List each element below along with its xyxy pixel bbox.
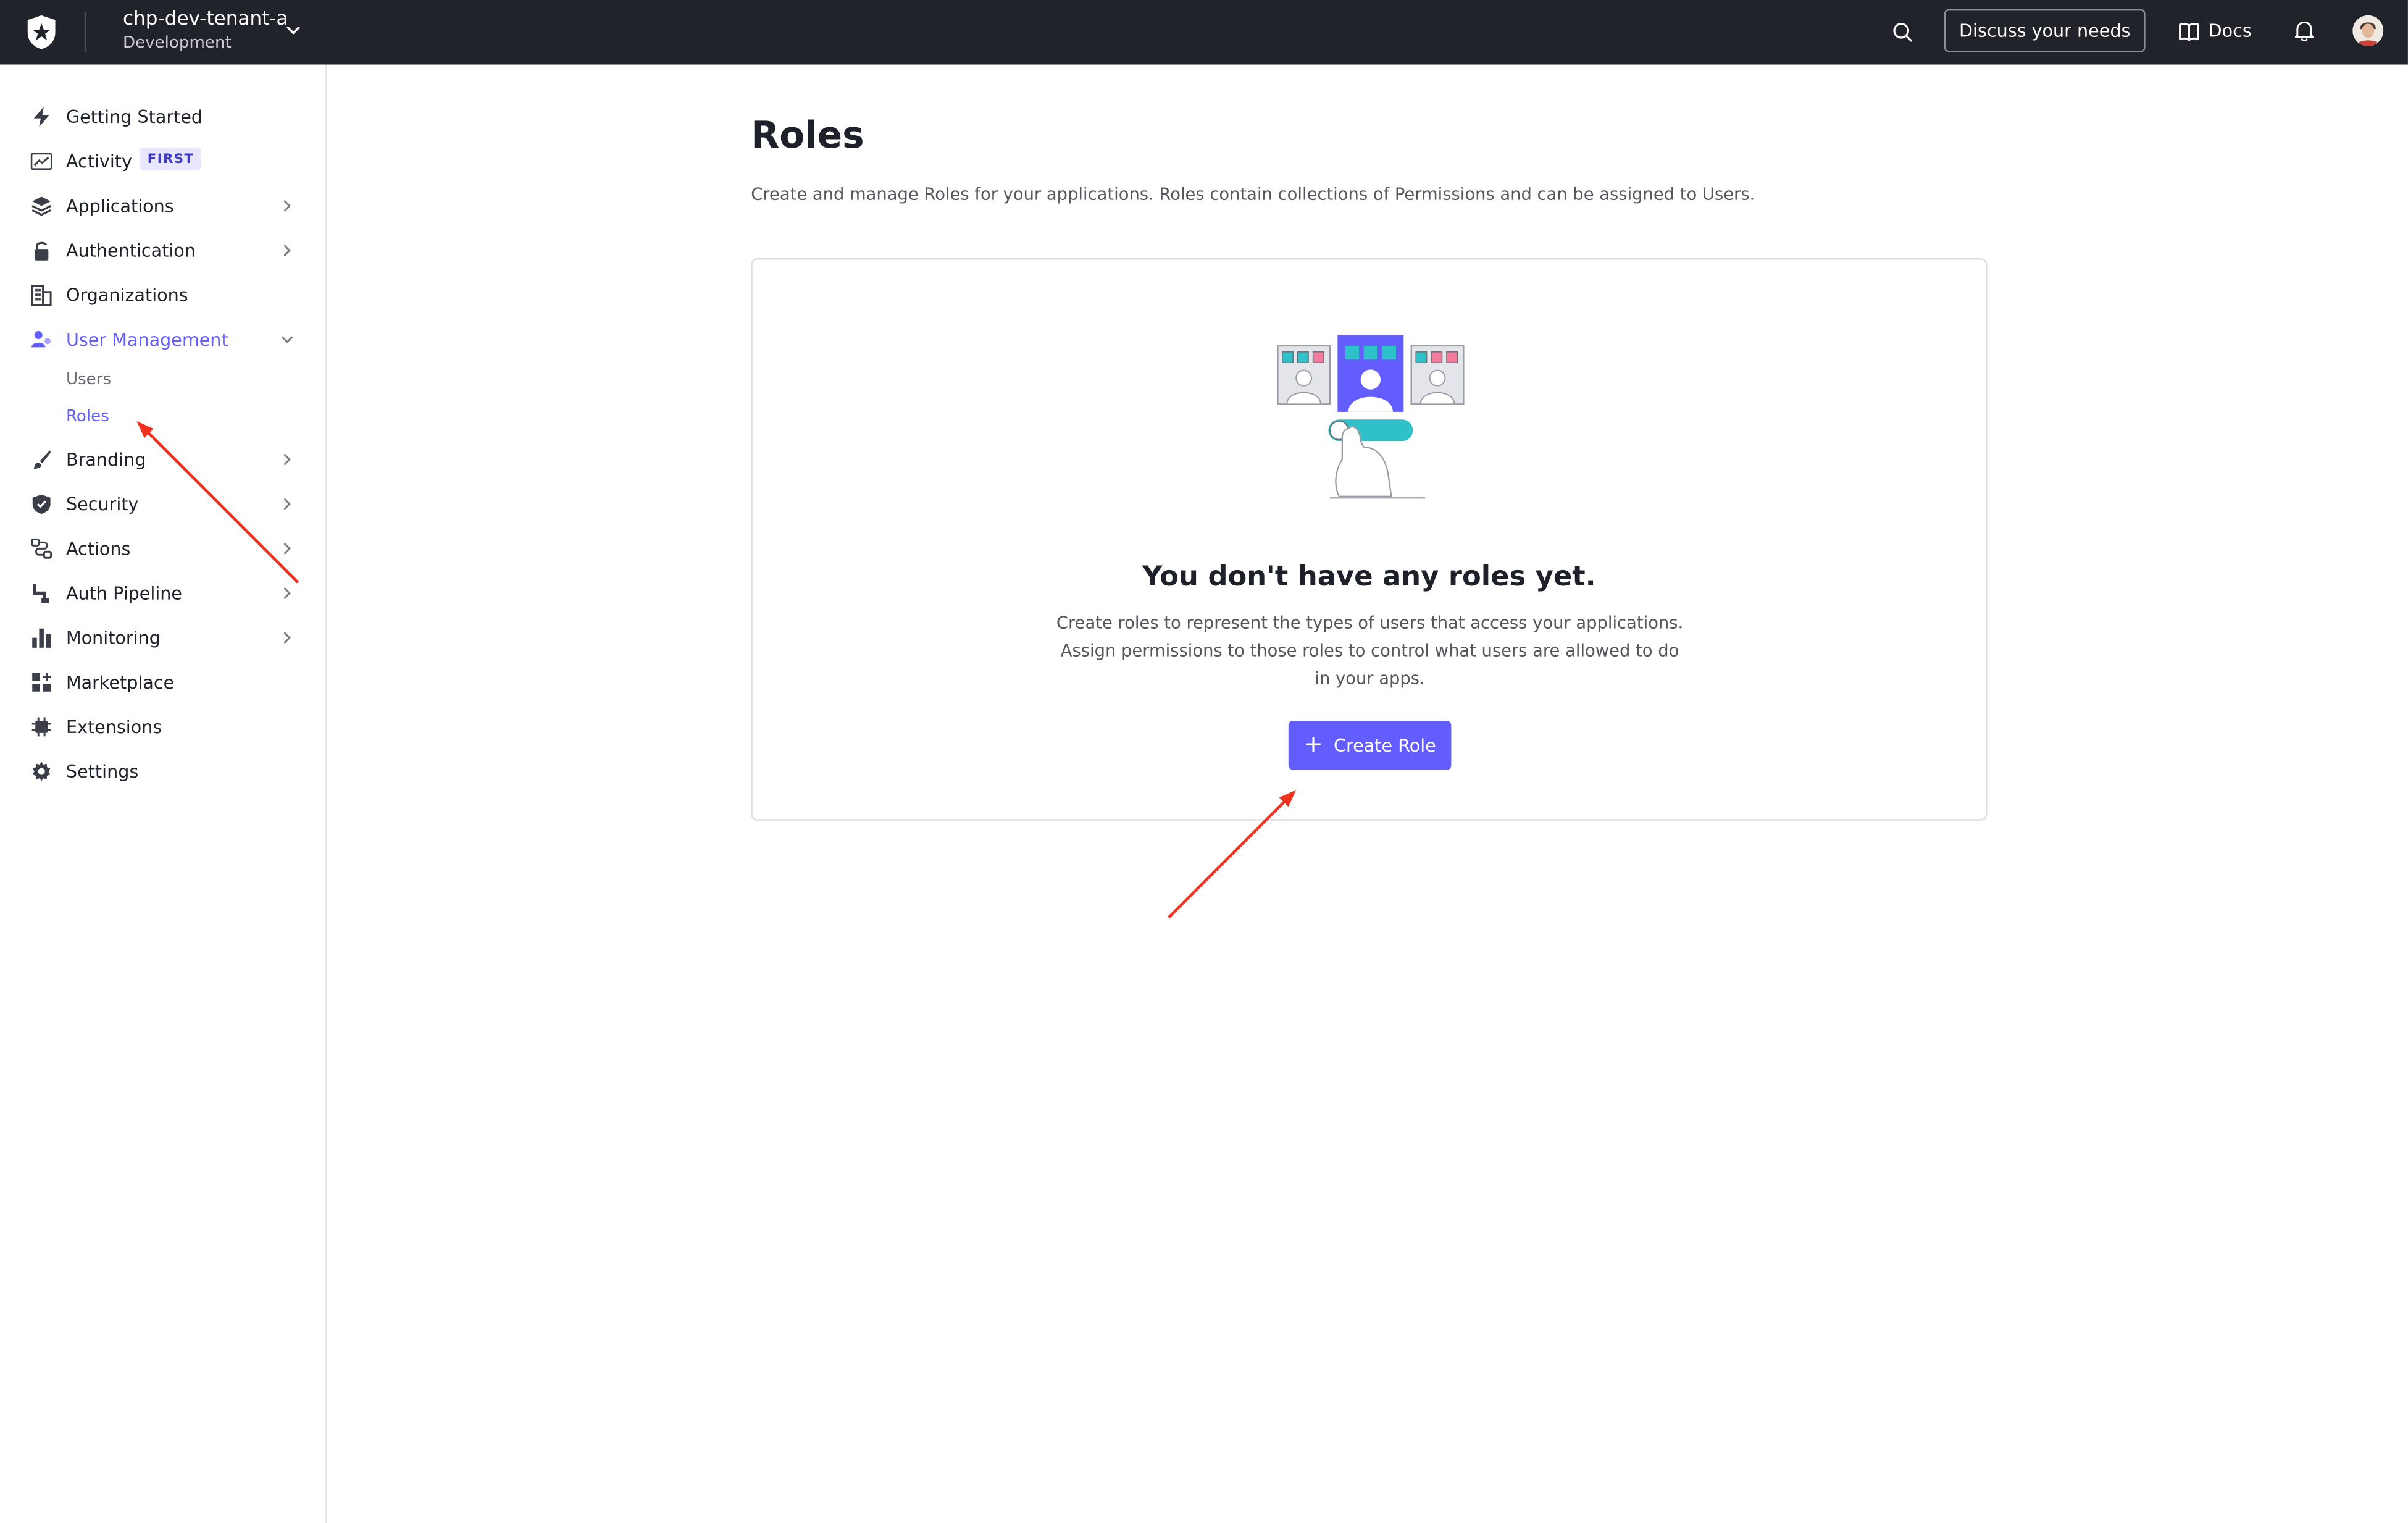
sidebar-item-getting-started[interactable]: Getting Started [0, 98, 325, 135]
activity-chart-icon [30, 153, 52, 170]
sidebar-item-activity[interactable]: Activity FIRST [0, 143, 325, 180]
docs-link[interactable]: Docs [2209, 20, 2252, 41]
sidebar-item-label: Settings [65, 760, 139, 782]
users-icon [31, 330, 51, 348]
sidebar-item-label: Auth Pipeline [65, 582, 183, 604]
sidebar-item-label: Security [65, 493, 139, 515]
user-avatar[interactable] [2352, 15, 2384, 46]
avatar-portrait-icon [2352, 15, 2384, 46]
chevron-down-icon [282, 336, 293, 343]
sidebar-item-label: Branding [65, 448, 146, 471]
sidebar-item-label: Getting Started [65, 106, 203, 128]
sidebar: Getting Started Activity FIRST Applicati… [0, 64, 327, 1523]
sidebar-item-settings[interactable]: Settings [0, 753, 325, 790]
book-icon[interactable] [2178, 20, 2201, 43]
discuss-your-needs-button[interactable]: Discuss your needs [1944, 9, 2146, 52]
search-icon[interactable] [1891, 20, 1915, 44]
sidebar-item-applications[interactable]: Applications [0, 188, 325, 225]
chip-icon [31, 717, 51, 737]
top-navigation-bar: chp-dev-tenant-a Development Discuss you… [0, 0, 2408, 65]
auth0-logo-icon[interactable] [25, 14, 59, 51]
sidebar-subitem-users[interactable]: Users [66, 371, 111, 389]
sidebar-item-label: Monitoring [65, 627, 161, 649]
tenant-environment: Development [122, 33, 232, 52]
sidebar-item-user-management[interactable]: User Management [0, 321, 325, 358]
layers-icon [31, 196, 51, 216]
sidebar-item-monitoring[interactable]: Monitoring [0, 619, 325, 657]
sidebar-item-branding[interactable]: Branding [0, 441, 325, 478]
chevron-right-icon [283, 632, 291, 644]
building-icon [31, 285, 52, 306]
chevron-right-icon [283, 498, 291, 510]
sidebar-item-marketplace[interactable]: Marketplace [0, 664, 325, 701]
chevron-right-icon [283, 587, 291, 599]
plus-icon: + [1303, 729, 1323, 757]
sidebar-item-auth-pipeline[interactable]: Auth Pipeline [0, 575, 325, 612]
tenant-name[interactable]: chp-dev-tenant-a [123, 6, 288, 29]
sidebar-item-label: Authentication [65, 240, 196, 262]
page-description: Create and manage Roles for your applica… [751, 184, 1755, 204]
sidebar-item-authentication[interactable]: Authentication [0, 232, 325, 269]
chevron-right-icon [283, 245, 291, 256]
sidebar-item-label: Marketplace [65, 671, 175, 694]
topbar-divider [84, 12, 86, 52]
sidebar-item-actions[interactable]: Actions [0, 530, 325, 567]
bar-chart-icon [32, 628, 51, 648]
create-role-label: Create Role [1334, 734, 1436, 757]
empty-state-card: You don't have any roles yet. Create rol… [751, 258, 1988, 821]
pipeline-icon [33, 584, 49, 603]
chevron-right-icon [283, 543, 291, 555]
roles-illustration-icon [1277, 335, 1465, 499]
sidebar-item-security[interactable]: Security [0, 485, 325, 522]
lightning-icon [33, 106, 49, 127]
sidebar-item-extensions[interactable]: Extensions [0, 708, 325, 745]
first-badge: FIRST [140, 147, 202, 171]
chevron-down-icon[interactable] [284, 22, 303, 40]
flow-icon [31, 538, 52, 559]
bell-icon[interactable] [2293, 19, 2315, 43]
sidebar-item-label: User Management [65, 329, 228, 351]
chevron-right-icon [283, 200, 291, 212]
sidebar-item-organizations[interactable]: Organizations [0, 277, 325, 314]
sidebar-item-label: Actions [65, 537, 131, 560]
grid-plus-icon [32, 673, 51, 692]
brush-icon [33, 450, 51, 469]
sidebar-subitem-roles[interactable]: Roles [66, 407, 109, 426]
sidebar-item-label: Extensions [65, 716, 162, 738]
create-role-button[interactable]: + Create Role [1288, 721, 1452, 770]
sidebar-item-label: Applications [65, 195, 174, 217]
empty-state-title: You don't have any roles yet. [1142, 561, 1596, 594]
sidebar-item-label: Activity [65, 150, 132, 172]
empty-state-text: Create roles to represent the types of u… [1056, 613, 1684, 689]
chevron-right-icon [283, 454, 291, 465]
page-title: Roles [751, 114, 864, 157]
gear-icon [32, 762, 51, 781]
shield-icon [32, 494, 51, 514]
sidebar-item-label: Organizations [65, 284, 188, 306]
lock-icon [34, 241, 49, 261]
